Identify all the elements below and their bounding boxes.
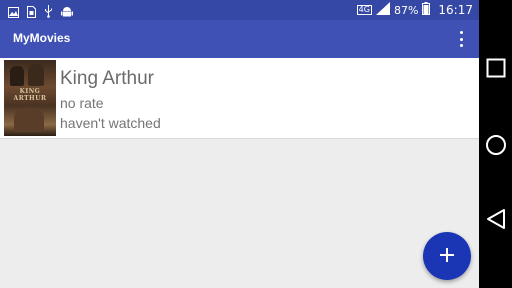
poster-figure [10,66,24,86]
status-bar: 4G 87% 16:17 [0,0,479,20]
movie-rating: no rate [60,95,104,111]
network-type: 4G [356,5,372,15]
app-bar: MyMovies [0,20,479,58]
overflow-dot [459,44,463,47]
back-icon [486,208,506,234]
status-indicators: 4G 87% 16:17 [356,0,473,20]
overflow-dot [459,37,463,41]
poster-figure [14,108,44,132]
add-movie-button[interactable] [423,232,471,280]
home-icon [485,134,507,160]
home-button[interactable] [479,134,512,160]
clock: 16:17 [438,3,473,17]
movie-watched-status: haven't watched [60,115,161,131]
movie-title: King Arthur [60,68,154,89]
signal-icon [375,2,390,18]
plus-icon [440,247,454,266]
movie-poster: KING ARTHUR [4,60,56,136]
poster-figure [28,64,44,86]
navigation-bar [479,0,512,288]
more-vert-icon[interactable] [455,30,467,48]
app-title: MyMovies [13,31,71,45]
recents-icon [486,58,506,82]
battery-percent: 87% [393,3,419,17]
back-button[interactable] [479,208,512,234]
overflow-dot [459,31,463,34]
poster-title: KING ARTHUR [13,88,47,102]
battery-icon [422,2,431,18]
movie-list: KING ARTHUR King Arthur no rate haven't … [0,58,479,288]
list-item[interactable]: KING ARTHUR King Arthur no rate haven't … [0,58,479,139]
recents-button[interactable] [479,58,512,82]
